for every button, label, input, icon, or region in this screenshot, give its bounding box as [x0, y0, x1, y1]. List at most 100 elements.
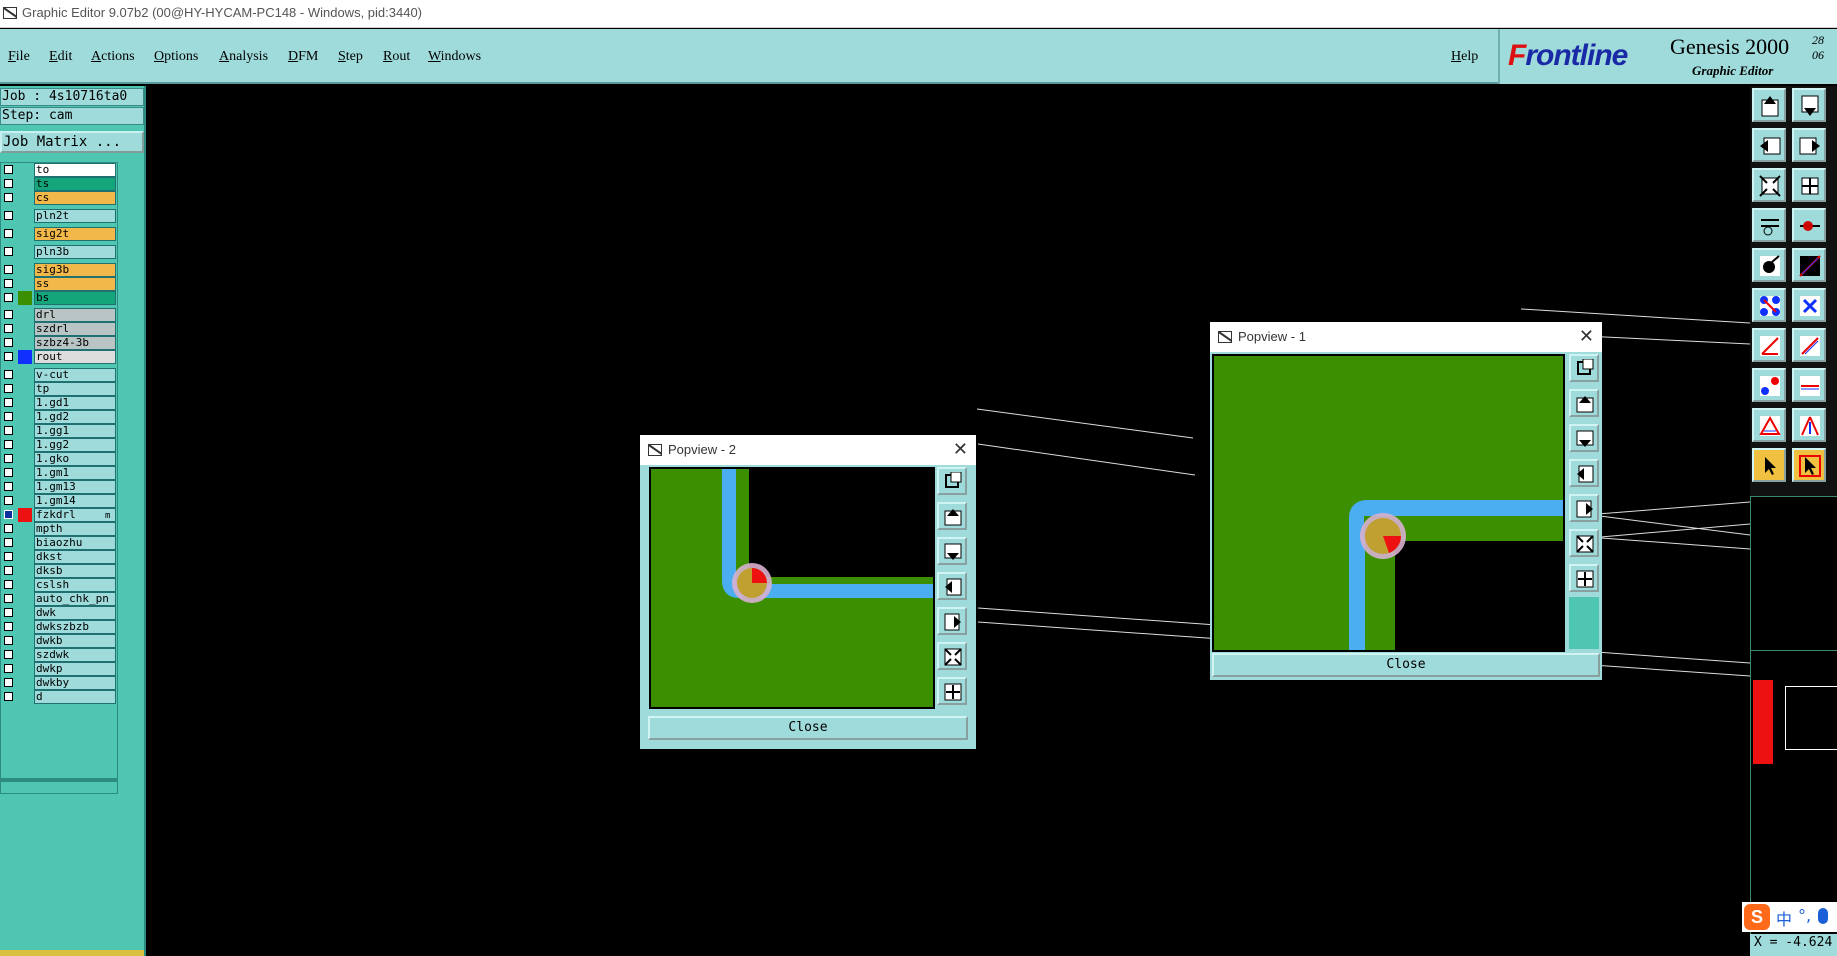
layer-color-swatch[interactable] — [18, 564, 32, 578]
menu-help[interactable]: Help — [1451, 49, 1478, 65]
layer-color-swatch[interactable] — [18, 227, 32, 241]
job-matrix-button[interactable]: Job Matrix ... — [0, 131, 144, 153]
layer-color-swatch[interactable] — [18, 480, 32, 494]
layer-checkbox[interactable] — [4, 622, 13, 631]
menu-file[interactable]: File — [8, 49, 30, 65]
layer-row[interactable]: dwkszbzb — [1, 620, 119, 634]
hline-tool-button[interactable] — [1792, 368, 1826, 402]
layer-color-swatch[interactable] — [18, 350, 32, 364]
pan-left-tool-button[interactable] — [1752, 128, 1786, 162]
layer-checkbox[interactable] — [4, 482, 13, 491]
layer-checkbox[interactable] — [4, 538, 13, 547]
zoom-out-tool-button[interactable] — [1752, 168, 1786, 202]
layer-name[interactable]: 1.gko — [34, 452, 116, 466]
popview-1-titlebar[interactable]: Popview - 1 ✕ — [1210, 322, 1602, 352]
layer-name[interactable]: biaozhu — [34, 536, 116, 550]
layer-color-swatch[interactable] — [18, 578, 32, 592]
layer-color-swatch[interactable] — [18, 620, 32, 634]
layer-color-swatch[interactable] — [18, 368, 32, 382]
layer-name[interactable]: drl — [34, 308, 116, 322]
layer-name[interactable]: dksb — [34, 564, 116, 578]
zoom-out-button[interactable] — [937, 642, 967, 670]
layer-name[interactable]: fzkdrl m — [34, 508, 116, 522]
layer-checkbox[interactable] — [4, 211, 13, 220]
layer-row[interactable]: sig2t — [1, 227, 119, 241]
layer-name[interactable]: to — [34, 163, 116, 177]
layer-row[interactable]: dkst — [1, 550, 119, 564]
menu-actions[interactable]: Actions — [91, 49, 135, 65]
layer-name[interactable]: rout — [34, 350, 116, 364]
layer-row[interactable]: ss — [1, 277, 119, 291]
via-tool-button[interactable] — [1752, 368, 1786, 402]
layer-row[interactable]: 1.gm14 — [1, 494, 119, 508]
layer-name[interactable]: 1.gd1 — [34, 396, 116, 410]
layer-row[interactable]: tp — [1, 382, 119, 396]
popview-1-view[interactable] — [1212, 354, 1565, 652]
layer-name[interactable]: dwkszbzb — [34, 620, 116, 634]
layer-row[interactable]: szbz4-3b — [1, 336, 119, 350]
layer-checkbox[interactable] — [4, 338, 13, 347]
layer-checkbox[interactable] — [4, 608, 13, 617]
snap-tool-button[interactable] — [1792, 208, 1826, 242]
layer-color-swatch[interactable] — [18, 410, 32, 424]
layer-color-swatch[interactable] — [18, 494, 32, 508]
layer-name[interactable]: bs — [34, 291, 116, 305]
pan-up-tool-button[interactable] — [1752, 88, 1786, 122]
pan-up-button[interactable] — [937, 502, 967, 530]
select-alt-tool-button[interactable] — [1792, 448, 1826, 482]
pan-right-button[interactable] — [937, 607, 967, 635]
layer-color-swatch[interactable] — [18, 424, 32, 438]
layer-name[interactable]: szbz4-3b — [34, 336, 116, 350]
layer-row[interactable]: 1.gm13 — [1, 480, 119, 494]
menu-windows[interactable]: Windows — [428, 49, 481, 65]
layer-color-swatch[interactable] — [18, 245, 32, 259]
zoom-in-button[interactable] — [937, 677, 967, 705]
layer-checkbox[interactable] — [4, 412, 13, 421]
layer-checkbox[interactable] — [4, 650, 13, 659]
layer-name[interactable]: cslsh — [34, 578, 116, 592]
layer-checkbox[interactable] — [4, 496, 13, 505]
layer-color-swatch[interactable] — [18, 163, 32, 177]
layer-row[interactable]: pln2t — [1, 209, 119, 223]
layer-name[interactable]: szdrl — [34, 322, 116, 336]
zoom-in-tool-button[interactable] — [1792, 168, 1826, 202]
layer-color-swatch[interactable] — [18, 634, 32, 648]
layer-name[interactable]: mpth — [34, 522, 116, 536]
layer-name[interactable]: dwkp — [34, 662, 116, 676]
layer-checkbox[interactable] — [4, 426, 13, 435]
pan-up-button[interactable] — [1569, 389, 1599, 417]
layer-checkbox[interactable] — [4, 229, 13, 238]
layer-row[interactable]: 1.gg2 — [1, 438, 119, 452]
microphone-icon[interactable] — [1818, 908, 1828, 924]
layer-name[interactable]: ss — [34, 277, 116, 291]
layer-checkbox[interactable] — [4, 279, 13, 288]
layer-checkbox[interactable] — [4, 440, 13, 449]
layer-row[interactable]: dksb — [1, 564, 119, 578]
layer-color-swatch[interactable] — [18, 209, 32, 223]
layer-color-swatch[interactable] — [18, 648, 32, 662]
layer-color-swatch[interactable] — [18, 606, 32, 620]
layer-color-swatch[interactable] — [18, 308, 32, 322]
layer-checkbox[interactable] — [4, 454, 13, 463]
zoom-out-button[interactable] — [1569, 529, 1599, 557]
layer-checkbox[interactable] — [4, 165, 13, 174]
layer-name[interactable]: dwk — [34, 606, 116, 620]
mini-view-frame[interactable] — [1785, 686, 1837, 750]
zoom-fit-button[interactable] — [1569, 354, 1599, 382]
layer-checkbox[interactable] — [4, 352, 13, 361]
layer-color-swatch[interactable] — [18, 322, 32, 336]
layer-color-swatch[interactable] — [18, 336, 32, 350]
layer-checkbox[interactable] — [4, 552, 13, 561]
popview-2-titlebar[interactable]: Popview - 2 ✕ — [640, 435, 976, 465]
delete-tool-button[interactable] — [1792, 288, 1826, 322]
layer-name[interactable]: pln3b — [34, 245, 116, 259]
pan-down-tool-button[interactable] — [1792, 88, 1826, 122]
layer-checkbox[interactable] — [4, 370, 13, 379]
layer-name[interactable]: 1.gg1 — [34, 424, 116, 438]
layer-name[interactable]: sig3b — [34, 263, 116, 277]
layer-checkbox[interactable] — [4, 468, 13, 477]
layer-row[interactable]: dwkby — [1, 676, 119, 690]
layer-name[interactable]: auto_chk_pn — [34, 592, 116, 606]
layer-name[interactable]: v-cut — [34, 368, 116, 382]
menu-analysis[interactable]: Analysis — [219, 49, 268, 65]
